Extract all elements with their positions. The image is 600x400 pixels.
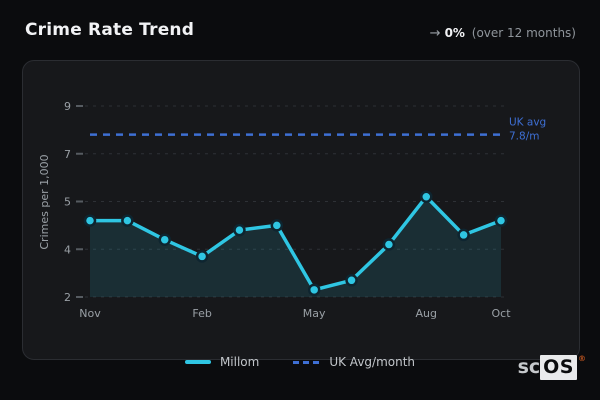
scos-logo: sc OS ® <box>517 354 586 380</box>
logo-prefix: sc <box>517 356 541 378</box>
legend-label-millom: Millom <box>219 355 260 369</box>
data-point-oct[interactable] <box>494 214 508 227</box>
uk-avg-dashed-swatch <box>293 360 321 364</box>
crime-trend-chart: 9 7 5 4 2 Crimes per 1,000 Nov Feb May Aug Oct UK a… <box>38 100 546 320</box>
x-tick-label: Aug <box>416 307 437 320</box>
y-tick-label: 9 <box>64 100 71 113</box>
chart-legend: Millom UK Avg/month <box>0 352 600 372</box>
data-point-nov[interactable] <box>83 214 97 227</box>
x-tick-label: May <box>303 307 326 320</box>
x-tick-label: Feb <box>192 307 211 320</box>
uk-avg-label-line1: UK avg <box>509 117 546 129</box>
y-tick-label: 2 <box>64 291 71 304</box>
millom-line-swatch <box>184 360 211 364</box>
registered-mark-icon: ® <box>578 354 586 363</box>
uk-avg-label-line2: 7.8/m <box>509 131 539 143</box>
y-tick-label: 4 <box>64 243 71 256</box>
crime-rate-widget: Crime Rate Trend → 0% (over 12 months) 97… <box>0 0 600 400</box>
data-point-jun[interactable] <box>345 274 358 287</box>
data-point-may[interactable] <box>307 283 321 297</box>
logo-suffix: OS <box>540 355 577 380</box>
data-point-mar[interactable] <box>233 223 246 237</box>
data-point-aug[interactable] <box>420 190 433 203</box>
data-point-apr[interactable] <box>270 219 284 232</box>
legend-item-uk-avg[interactable]: UK Avg/month <box>293 355 415 369</box>
data-point-jan[interactable] <box>158 233 171 246</box>
data-point-feb[interactable] <box>195 250 209 263</box>
y-tick-label: 5 <box>64 196 71 209</box>
x-tick-label: Nov <box>79 307 101 320</box>
data-point-jul[interactable] <box>382 238 396 251</box>
y-axis-title: Crimes per 1,000 <box>38 154 51 249</box>
legend-item-millom[interactable]: Millom <box>184 355 260 369</box>
data-point-sep[interactable] <box>457 228 470 242</box>
legend-label-uk-avg: UK Avg/month <box>329 355 416 369</box>
x-tick-label: Oct <box>491 307 511 320</box>
y-tick-label: 7 <box>64 148 71 161</box>
data-point-dec[interactable] <box>121 214 134 227</box>
